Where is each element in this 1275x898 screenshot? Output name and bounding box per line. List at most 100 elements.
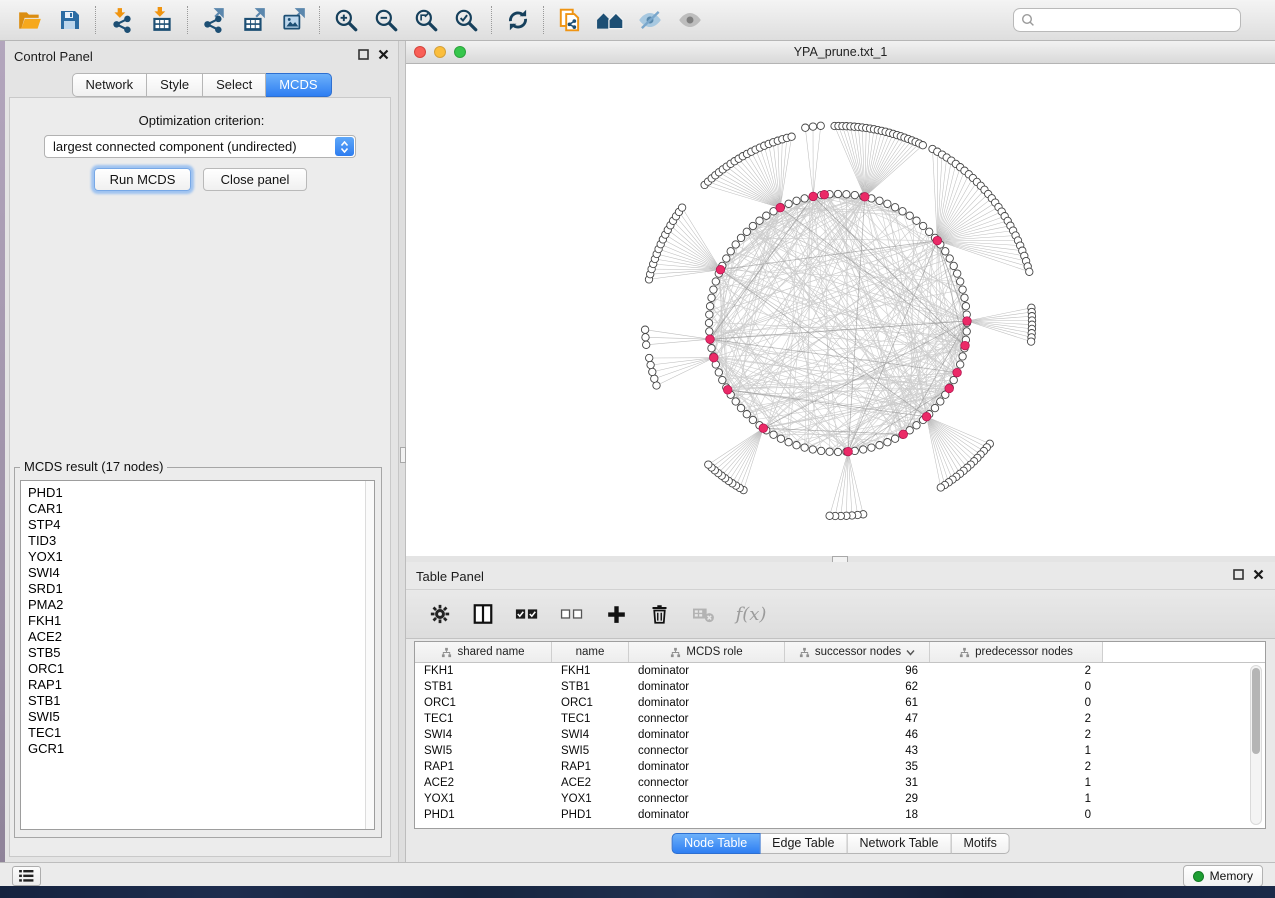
export-image-icon[interactable] [274,3,314,37]
toolbar-separator [491,6,493,34]
table-cell: 96 [785,665,930,677]
table-cell: TEC1 [415,713,552,725]
delete-column-icon[interactable] [645,597,673,631]
table-cell: ACE2 [415,777,552,789]
table-cell: RAP1 [552,761,629,773]
column-header-successor-nodes[interactable]: successor nodes [785,642,930,662]
mcds-result-item[interactable]: ORC1 [28,661,374,677]
add-column-icon[interactable] [602,597,630,631]
table-cell: connector [629,793,785,805]
column-header-name[interactable]: name [552,642,629,662]
task-history-button[interactable] [12,866,41,886]
import-network-icon[interactable] [102,3,142,37]
mcds-result-item[interactable]: SWI5 [28,709,374,725]
mcds-result-item[interactable]: RAP1 [28,677,374,693]
mcds-result-item[interactable]: GCR1 [28,741,374,757]
column-header-predecessor-nodes[interactable]: predecessor nodes [930,642,1103,662]
table-row[interactable]: STB1STB1dominator620 [415,679,1265,695]
show-all-icon[interactable] [670,3,710,37]
table-row[interactable]: FKH1FKH1dominator962 [415,663,1265,679]
float-panel-icon[interactable] [1233,569,1244,580]
table-scrollbar[interactable] [1250,665,1262,825]
table-scrollbar-thumb[interactable] [1252,668,1260,754]
table-row[interactable]: PHD1PHD1dominator180 [415,807,1265,823]
table-row[interactable]: SWI5SWI5connector431 [415,743,1265,759]
table-cell: 43 [785,745,930,757]
table-row[interactable]: RAP1RAP1dominator352 [415,759,1265,775]
refresh-view-icon[interactable] [498,3,538,37]
close-panel-icon[interactable] [378,49,389,60]
table-row[interactable]: TEC1TEC1connector472 [415,711,1265,727]
mcds-result-item[interactable]: SWI4 [28,565,374,581]
deselect-all-icon[interactable] [557,597,587,631]
tab-select[interactable]: Select [203,73,266,97]
mcds-result-item[interactable]: STP4 [28,517,374,533]
mcds-result-item[interactable]: FKH1 [28,613,374,629]
tab-network-table[interactable]: Network Table [848,833,952,854]
table-row[interactable]: ORC1ORC1dominator610 [415,695,1265,711]
close-panel-icon[interactable] [1253,569,1264,580]
tab-style[interactable]: Style [147,73,203,97]
function-builder-icon[interactable]: f(x) [733,597,769,631]
split-view-icon[interactable] [469,597,497,631]
network-window-titlebar[interactable]: YPA_prune.txt_1 [406,41,1275,64]
mcds-result-list[interactable]: PHD1CAR1STP4TID3YOX1SWI4SRD1PMA2FKH1ACE2… [20,480,375,830]
mcds-result-item[interactable]: PHD1 [28,485,374,501]
export-network-icon[interactable] [194,3,234,37]
search-input[interactable] [1040,12,1240,28]
float-panel-icon[interactable] [358,49,369,60]
mcds-result-item[interactable]: STB1 [28,693,374,709]
open-file-icon[interactable] [10,3,50,37]
mcds-list-scrollbar[interactable] [365,481,374,829]
save-session-icon[interactable] [50,3,90,37]
table-cell: connector [629,713,785,725]
criterion-dropdown[interactable]: largest connected component (undirected) [44,135,356,158]
table-cell: FKH1 [415,665,552,677]
select-all-icon[interactable] [512,597,542,631]
mcds-result-item[interactable]: STB5 [28,645,374,661]
close-panel-button[interactable]: Close panel [203,168,307,191]
hide-selected-icon[interactable] [630,3,670,37]
zoom-selected-icon[interactable] [446,3,486,37]
table-cell: STB1 [415,681,552,693]
zoom-out-icon[interactable] [366,3,406,37]
network-canvas[interactable] [406,64,1275,556]
first-neighbors-icon[interactable] [590,3,630,37]
run-mcds-button[interactable]: Run MCDS [94,168,191,191]
table-cell: SWI4 [415,729,552,741]
delete-table-icon[interactable] [688,597,718,631]
vertical-splitter[interactable] [398,41,406,862]
mcds-result-item[interactable]: TID3 [28,533,374,549]
tab-node-table[interactable]: Node Table [671,833,760,854]
search-box[interactable] [1013,8,1241,32]
mcds-result-item[interactable]: TEC1 [28,725,374,741]
duplicate-network-icon[interactable] [550,3,590,37]
tab-network[interactable]: Network [71,73,147,97]
table-toolbar: f(x) [406,589,1275,639]
table-row[interactable]: SWI4SWI4dominator462 [415,727,1265,743]
table-cell: YOX1 [552,793,629,805]
tab-mcds[interactable]: MCDS [266,73,331,97]
table-cell: 31 [785,777,930,789]
mcds-result-item[interactable]: PMA2 [28,597,374,613]
export-table-icon[interactable] [234,3,274,37]
mcds-result-item[interactable]: SRD1 [28,581,374,597]
tab-edge-table[interactable]: Edge Table [760,833,847,854]
column-header-shared-name[interactable]: shared name [415,642,552,662]
import-table-icon[interactable] [142,3,182,37]
mcds-result-item[interactable]: YOX1 [28,549,374,565]
network-graph[interactable] [406,64,1275,556]
tab-motifs[interactable]: Motifs [951,833,1009,854]
toolbar-separator [95,6,97,34]
table-row[interactable]: ACE2ACE2connector311 [415,775,1265,791]
mcds-result-item[interactable]: CAR1 [28,501,374,517]
table-cell: 1 [930,745,1103,757]
memory-button[interactable]: Memory [1183,865,1263,887]
table-settings-icon[interactable] [426,597,454,631]
zoom-fit-icon[interactable] [406,3,446,37]
table-row[interactable]: YOX1YOX1connector291 [415,791,1265,807]
mcds-result-item[interactable]: ACE2 [28,629,374,645]
column-header-MCDS-role[interactable]: MCDS role [629,642,785,662]
table-panel-window-buttons [1233,569,1264,580]
zoom-in-icon[interactable] [326,3,366,37]
